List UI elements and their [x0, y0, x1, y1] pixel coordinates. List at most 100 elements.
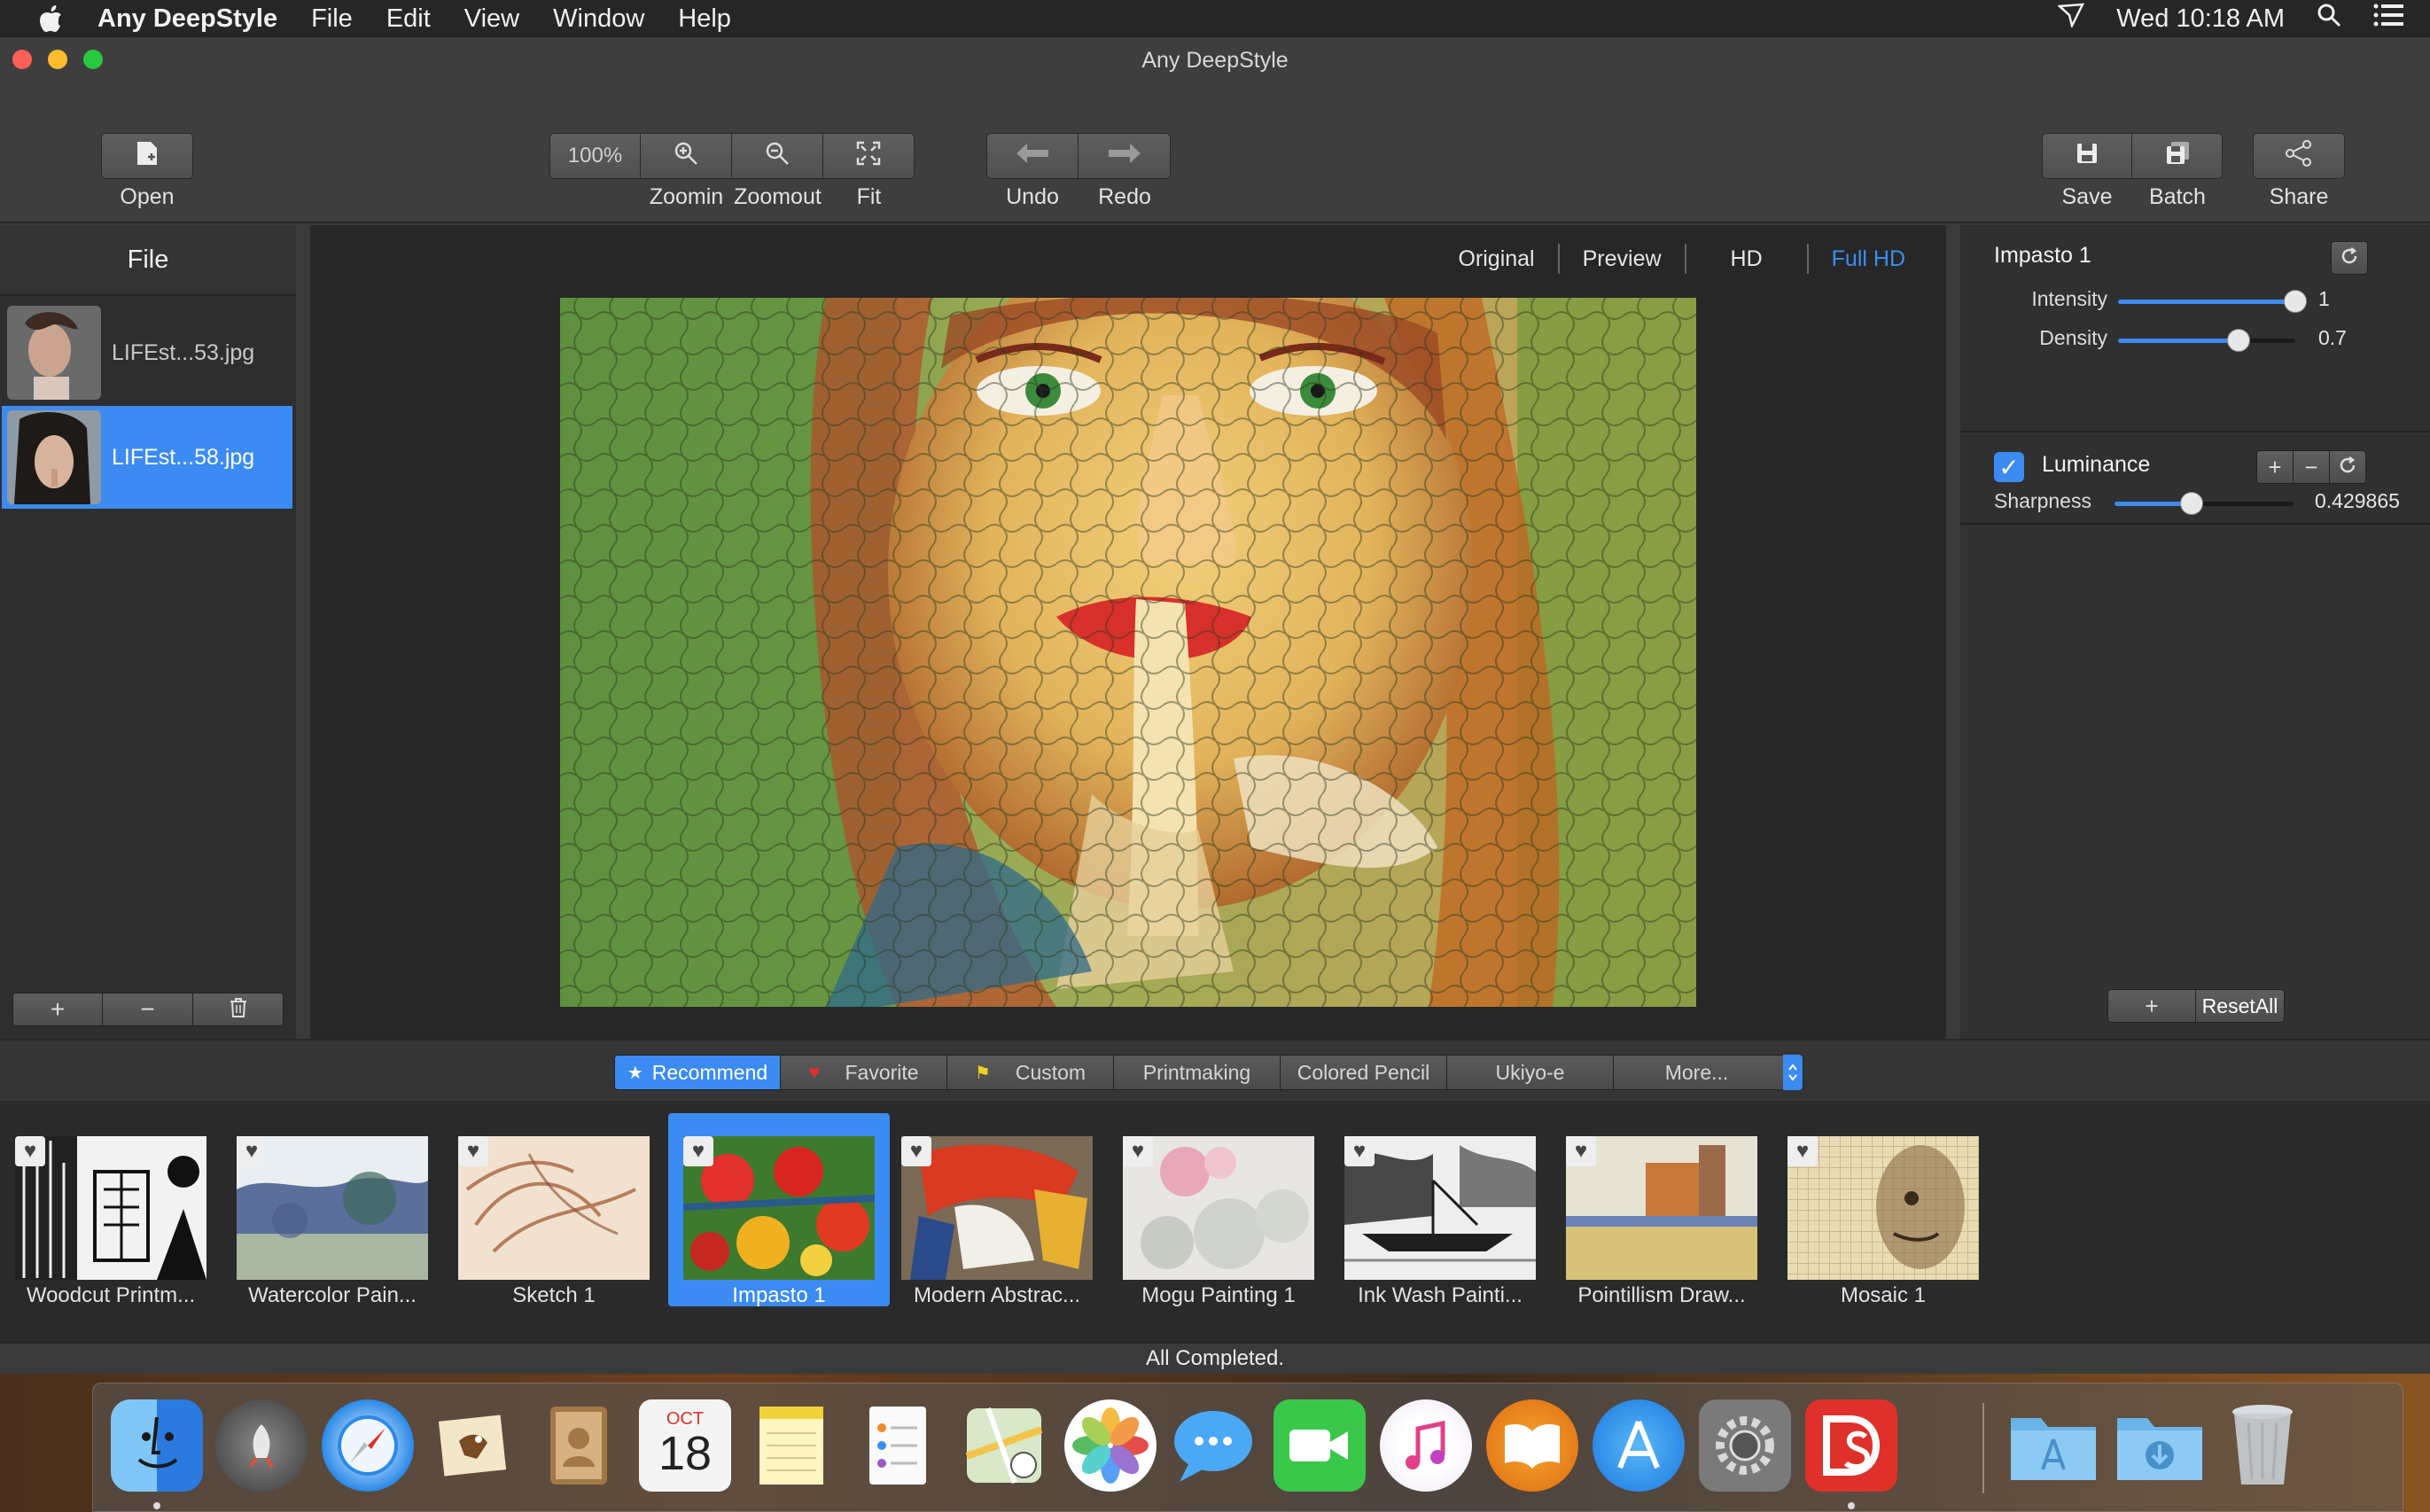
file-name: LIFEst...53.jpg	[112, 339, 255, 365]
reset-filter-button[interactable]	[2329, 450, 2366, 484]
any-deepstyle-icon[interactable]	[1805, 1399, 1897, 1492]
location-arrow-icon[interactable]	[2057, 3, 2085, 35]
favorite-heart-icon[interactable]: ♥	[237, 1136, 267, 1166]
undo-button[interactable]	[986, 133, 1079, 179]
app-store-icon[interactable]	[1593, 1399, 1685, 1492]
tab-custom[interactable]: ⚑ Custom	[947, 1055, 1114, 1090]
minimize-window-button[interactable]	[48, 50, 67, 69]
style-card-impasto[interactable]: ♥ Impasto 1	[668, 1113, 890, 1307]
menu-help[interactable]: Help	[678, 4, 731, 34]
launchpad-icon[interactable]	[215, 1399, 308, 1492]
reset-all-button[interactable]: ResetAll	[2196, 989, 2285, 1023]
tab-favorite[interactable]: ♥ Favorite	[781, 1055, 947, 1090]
photos-icon[interactable]	[1064, 1399, 1157, 1492]
style-card-pointillism[interactable]: ♥ Pointillism Draw...	[1551, 1113, 1772, 1307]
category-tabs: ★ Recommend ♥ Favorite ⚑ Custom Printmak…	[614, 1055, 1803, 1090]
favorite-heart-icon[interactable]: ♥	[901, 1136, 931, 1166]
favorite-heart-icon[interactable]: ♥	[683, 1136, 713, 1166]
tab-preview[interactable]: Preview	[1560, 243, 1685, 275]
menu-view[interactable]: View	[464, 4, 519, 34]
add-file-button[interactable]: +	[12, 993, 103, 1026]
tab-original[interactable]: Original	[1435, 243, 1557, 275]
downloads-folder-icon[interactable]	[2114, 1399, 2206, 1492]
style-card-mogu[interactable]: ♥ Mogu Painting 1	[1108, 1113, 1329, 1307]
intensity-slider[interactable]	[2118, 290, 2307, 313]
mail-icon[interactable]	[426, 1399, 518, 1492]
favorite-heart-icon[interactable]: ♥	[1566, 1136, 1596, 1166]
slider-knob[interactable]	[2179, 492, 2203, 515]
system-preferences-icon[interactable]	[1699, 1399, 1791, 1492]
zoom-level-button[interactable]: 100%	[549, 133, 641, 179]
more-categories-select[interactable]: More...	[1614, 1055, 1803, 1090]
plus-icon: +	[2268, 453, 2282, 480]
density-slider[interactable]	[2118, 329, 2295, 352]
notes-icon[interactable]	[745, 1399, 837, 1492]
style-card-mosaic[interactable]: ♥ Mosaic 1	[1772, 1113, 1994, 1307]
reset-style-button[interactable]	[2331, 241, 2368, 275]
reset-all-group: + ResetAll	[2107, 989, 2285, 1023]
menu-app-name[interactable]: Any DeepStyle	[97, 4, 277, 34]
tab-colored-pencil[interactable]: Colored Pencil	[1281, 1055, 1447, 1090]
favorite-heart-icon[interactable]: ♥	[458, 1136, 488, 1166]
menu-edit[interactable]: Edit	[386, 4, 431, 34]
finder-icon[interactable]	[111, 1399, 203, 1492]
fit-button[interactable]	[823, 133, 915, 179]
close-window-button[interactable]	[12, 50, 32, 69]
itunes-icon[interactable]	[1380, 1399, 1472, 1492]
slider-knob[interactable]	[2227, 329, 2250, 352]
tab-ukiyo-e[interactable]: Ukiyo-e	[1447, 1055, 1614, 1090]
remove-filter-button[interactable]: −	[2293, 450, 2330, 484]
reminders-icon[interactable]	[852, 1399, 944, 1492]
style-card-watercolor[interactable]: ♥ Watercolor Pain...	[222, 1113, 443, 1307]
save-button[interactable]	[2042, 133, 2132, 179]
add-effect-button[interactable]: +	[2107, 989, 2196, 1023]
file-item-2[interactable]: LIFEst...58.jpg	[2, 406, 292, 509]
sharpness-slider[interactable]	[2115, 492, 2294, 515]
stylized-image-preview[interactable]	[560, 298, 1696, 1007]
applications-folder-icon[interactable]	[2007, 1399, 2099, 1492]
file-item-1[interactable]: LIFEst...53.jpg	[2, 301, 292, 404]
slider-fill	[2118, 300, 2295, 304]
zoom-window-button[interactable]	[83, 50, 103, 69]
style-card-woodcut[interactable]: ♥ Woodcut Printm...	[0, 1113, 222, 1307]
tab-full-hd[interactable]: Full HD	[1809, 243, 1928, 275]
calendar-icon[interactable]: OCT 18	[639, 1399, 731, 1492]
ibooks-icon[interactable]	[1486, 1399, 1578, 1492]
safari-icon[interactable]	[322, 1399, 414, 1492]
notification-center-icon[interactable]	[2373, 4, 2403, 34]
favorite-heart-icon[interactable]: ♥	[15, 1136, 45, 1166]
style-card-sketch[interactable]: ♥ Sketch 1	[443, 1113, 665, 1307]
redo-button[interactable]	[1079, 133, 1171, 179]
contacts-icon[interactable]	[533, 1399, 625, 1492]
trash-icon[interactable]	[2216, 1399, 2309, 1492]
zoom-in-button[interactable]	[641, 133, 732, 179]
style-card-modern-abstract[interactable]: ♥ Modern Abstrac...	[886, 1113, 1108, 1307]
delete-file-button[interactable]	[193, 993, 284, 1026]
menu-window[interactable]: Window	[553, 4, 644, 34]
zoomin-label: Zoomin	[649, 184, 724, 209]
luminance-checkbox[interactable]: ✓	[1994, 452, 2024, 482]
facetime-icon[interactable]	[1273, 1399, 1366, 1492]
favorite-heart-icon[interactable]: ♥	[1344, 1136, 1375, 1166]
maps-icon[interactable]	[958, 1399, 1050, 1492]
tab-hd[interactable]: HD	[1686, 243, 1807, 275]
spotlight-search-icon[interactable]	[2317, 3, 2341, 35]
style-card-ink-wash[interactable]: ♥ Ink Wash Painti...	[1329, 1113, 1551, 1307]
plus-icon: +	[50, 995, 66, 1023]
tab-printmaking[interactable]: Printmaking	[1114, 1055, 1281, 1090]
refresh-icon	[2338, 454, 2357, 481]
favorite-heart-icon[interactable]: ♥	[1787, 1136, 1818, 1166]
favorite-heart-icon[interactable]: ♥	[1123, 1136, 1153, 1166]
messages-icon[interactable]	[1167, 1399, 1259, 1492]
menu-clock[interactable]: Wed 10:18 AM	[2116, 4, 2285, 34]
remove-file-button[interactable]: −	[103, 993, 193, 1026]
share-button[interactable]	[2253, 133, 2345, 179]
apple-icon[interactable]	[32, 5, 71, 32]
slider-knob[interactable]	[2284, 290, 2307, 313]
zoom-out-button[interactable]	[732, 133, 823, 179]
batch-button[interactable]	[2132, 133, 2223, 179]
tab-recommend[interactable]: ★ Recommend	[614, 1055, 781, 1090]
menu-file[interactable]: File	[311, 4, 353, 34]
open-button[interactable]	[101, 133, 193, 179]
add-filter-button[interactable]: +	[2256, 450, 2294, 484]
